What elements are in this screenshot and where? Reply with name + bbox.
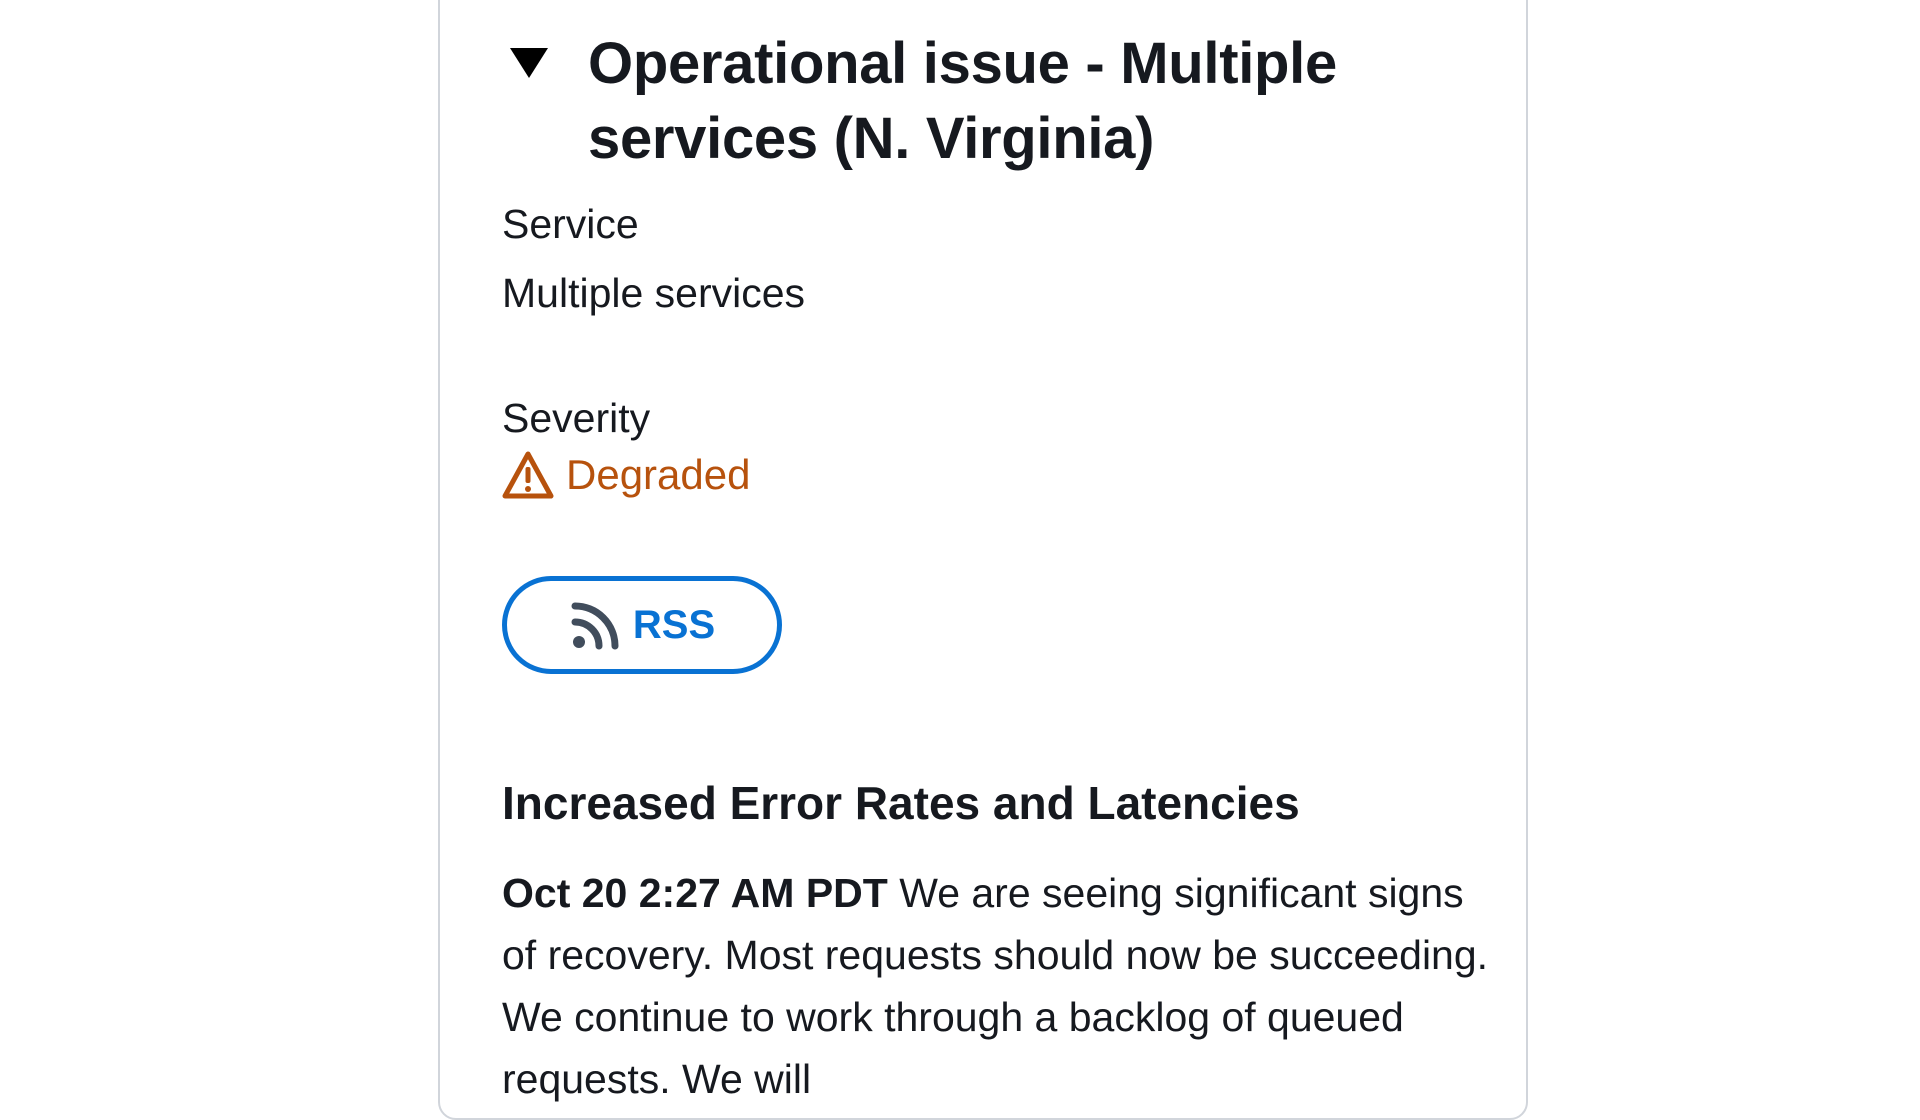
event-expand-toggle[interactable]: Operational issue - Multiple services (N…	[510, 26, 1490, 176]
service-label: Service	[502, 201, 639, 247]
rss-label: RSS	[632, 602, 716, 647]
severity-label: Severity	[502, 395, 651, 441]
rss-button[interactable]: RSS	[502, 576, 782, 674]
severity-value: Degraded	[566, 451, 751, 498]
warning-triangle-icon	[502, 451, 554, 499]
caret-down-icon	[510, 48, 548, 78]
update-timestamp: Oct 20 2:27 AM PDT	[502, 870, 888, 916]
event-title: Operational issue - Multiple services (N…	[588, 31, 1337, 171]
severity-status: Degraded	[502, 450, 750, 500]
update-body: Oct 20 2:27 AM PDT We are seeing signifi…	[502, 862, 1492, 1110]
rss-feed-icon	[571, 602, 619, 650]
service-value: Multiple services	[502, 270, 806, 316]
update-heading: Increased Error Rates and Latencies	[502, 777, 1300, 829]
event-card: Operational issue - Multiple services (N…	[438, 0, 1528, 1120]
